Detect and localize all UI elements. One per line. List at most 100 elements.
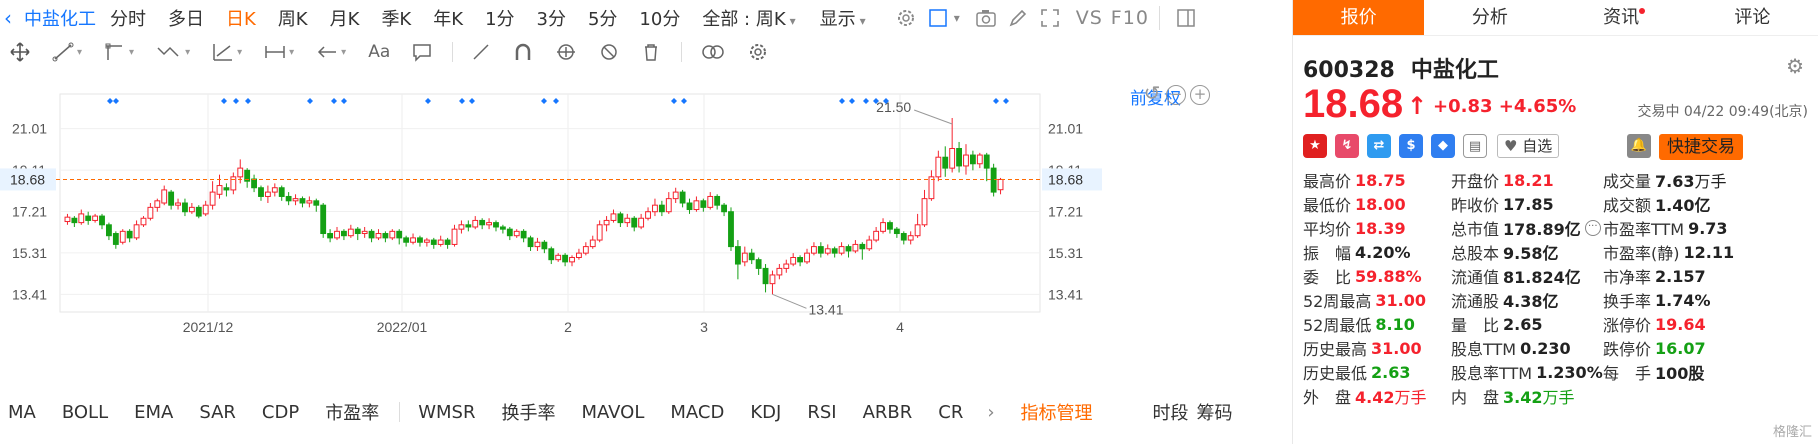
- indicator-ema[interactable]: EMA: [134, 402, 173, 423]
- note-tool-icon[interactable]: [412, 42, 432, 62]
- range-select[interactable]: 全部 : 周K ▾: [702, 5, 795, 31]
- candle: [140, 216, 147, 227]
- candle-body: [285, 195, 292, 202]
- indicator-turnover[interactable]: 换手率: [501, 399, 555, 425]
- tag-icon[interactable]: ◆: [1431, 134, 1455, 158]
- notification-dot: [1639, 8, 1646, 14]
- tab-comments[interactable]: 评论: [1687, 0, 1818, 35]
- zoom-in-icon[interactable]: +: [1190, 85, 1210, 105]
- indicator-pe[interactable]: 市盈率: [325, 399, 379, 425]
- indicator-manager-button[interactable]: 指标管理: [1021, 399, 1093, 425]
- pencil-icon[interactable]: [471, 42, 491, 62]
- magnet-icon[interactable]: [513, 42, 533, 62]
- candle: [271, 183, 278, 197]
- gear-icon[interactable]: [890, 4, 922, 32]
- stat-label: 最高价: [1303, 172, 1352, 191]
- display-select[interactable]: 显示 ▾: [820, 5, 866, 31]
- indicator-wmsr[interactable]: WMSR: [418, 402, 475, 423]
- back-icon[interactable]: ‹: [0, 6, 18, 30]
- panel-toggle-icon[interactable]: [1170, 4, 1202, 32]
- kline-svg[interactable]: 21.0121.0119.1119.1117.2117.2115.3115.31…: [0, 68, 1290, 364]
- indicator-cdp[interactable]: CDP: [262, 402, 299, 423]
- camera-icon[interactable]: [970, 4, 1002, 32]
- tab-analysis[interactable]: 分析: [1424, 0, 1555, 35]
- stat-label: 开盘价: [1451, 172, 1500, 191]
- candle: [154, 198, 161, 212]
- candle: [969, 150, 976, 171]
- f10-button[interactable]: F10: [1111, 7, 1149, 29]
- indicator-sar[interactable]: SAR: [199, 402, 236, 423]
- wave-tool-icon[interactable]: ▾: [156, 42, 190, 62]
- indicator-macd[interactable]: MACD: [670, 402, 724, 423]
- quick-trade-button[interactable]: 快捷交易: [1659, 134, 1743, 160]
- session-button[interactable]: 时段: [1153, 399, 1189, 425]
- period-5min[interactable]: 5分: [588, 5, 617, 31]
- text-tool-icon[interactable]: Aa: [368, 42, 390, 62]
- zoom-out-icon[interactable]: −: [1166, 85, 1186, 105]
- gear-icon[interactable]: ⚙: [1786, 54, 1804, 78]
- fullscreen-icon[interactable]: [1034, 4, 1066, 32]
- indicator-arbr[interactable]: ARBR: [863, 402, 913, 423]
- bell-icon[interactable]: 🔔: [1627, 134, 1651, 158]
- hide-drawings-icon[interactable]: [599, 42, 619, 62]
- candle: [417, 235, 423, 247]
- period-weekly-k[interactable]: 周K: [278, 5, 308, 31]
- candle: [334, 226, 340, 241]
- indicator-rsi[interactable]: RSI: [807, 402, 836, 423]
- dollar-icon[interactable]: $: [1399, 134, 1423, 158]
- trash-icon[interactable]: [641, 42, 661, 62]
- stat-value: 100股: [1655, 364, 1705, 383]
- arrow-tool-icon[interactable]: ▾: [316, 42, 346, 62]
- stat-value: 3.42万手: [1503, 388, 1575, 407]
- vs-button[interactable]: VS: [1076, 7, 1103, 29]
- tab-news[interactable]: 资讯: [1556, 0, 1687, 35]
- candle-body: [195, 206, 202, 217]
- indicator-kdj[interactable]: KDJ: [750, 402, 781, 423]
- candle: [928, 170, 935, 201]
- move-icon[interactable]: [10, 42, 30, 62]
- candle: [976, 152, 983, 169]
- chevron-right-icon[interactable]: ›: [987, 402, 994, 423]
- period-quarterly-k[interactable]: 季K: [381, 5, 411, 31]
- period-3min[interactable]: 3分: [537, 5, 566, 31]
- period-intraday[interactable]: 分时: [110, 5, 146, 31]
- tab-quote[interactable]: 报价: [1293, 0, 1425, 35]
- stock-name[interactable]: 中盐化工: [24, 5, 96, 31]
- indicator-cr[interactable]: CR: [938, 402, 963, 423]
- indicator-ma[interactable]: MA: [8, 402, 36, 423]
- line-tool-icon[interactable]: ▾: [52, 42, 82, 62]
- fibonacci-tool-icon[interactable]: ▾: [212, 42, 242, 62]
- compare-icon[interactable]: [700, 42, 726, 62]
- more-icon[interactable]: ···: [1584, 220, 1601, 236]
- period-10min[interactable]: 10分: [639, 5, 680, 31]
- channel-tool-icon[interactable]: ▾: [104, 42, 134, 62]
- add-watchlist-button[interactable]: ♥ 自选: [1497, 134, 1560, 158]
- bookmark-icon[interactable]: ▤: [1463, 134, 1487, 158]
- pencil-icon[interactable]: [1002, 4, 1034, 32]
- indicator-mavol[interactable]: MAVOL: [581, 402, 644, 423]
- period-yearly-k[interactable]: 年K: [433, 5, 463, 31]
- stat-cell: 历史最高 31.00: [1303, 336, 1451, 360]
- candle: [465, 220, 472, 232]
- kline-chart[interactable]: 21.0121.0119.1119.1117.2117.2115.3115.31…: [0, 68, 1290, 364]
- indicator-boll[interactable]: BOLL: [62, 402, 108, 423]
- period-multiday[interactable]: 多日: [168, 5, 204, 31]
- measure-tool-icon[interactable]: ▾: [264, 42, 294, 62]
- candle: [486, 218, 492, 230]
- chevron-down-icon[interactable]: ▾: [954, 11, 960, 25]
- settings-icon[interactable]: [748, 42, 768, 62]
- checkbox-icon[interactable]: [922, 4, 954, 32]
- margin-icon[interactable]: ↯: [1335, 134, 1359, 158]
- candle: [354, 226, 361, 241]
- period-monthly-k[interactable]: 月K: [330, 5, 360, 31]
- stat-value: 4.38亿: [1503, 292, 1559, 311]
- reset-icon[interactable]: ↺: [1142, 83, 1162, 105]
- stat-label: 每 手: [1603, 364, 1652, 383]
- period-daily-k[interactable]: 日K: [226, 5, 256, 31]
- chip-button[interactable]: 筹码: [1197, 399, 1233, 425]
- period-1min[interactable]: 1分: [485, 5, 514, 31]
- event-marker: [681, 98, 687, 104]
- stat-cell: 总股本 9.58亿: [1451, 240, 1603, 264]
- connect-icon[interactable]: ⇄: [1367, 134, 1391, 158]
- ruler-lock-icon[interactable]: [555, 42, 577, 62]
